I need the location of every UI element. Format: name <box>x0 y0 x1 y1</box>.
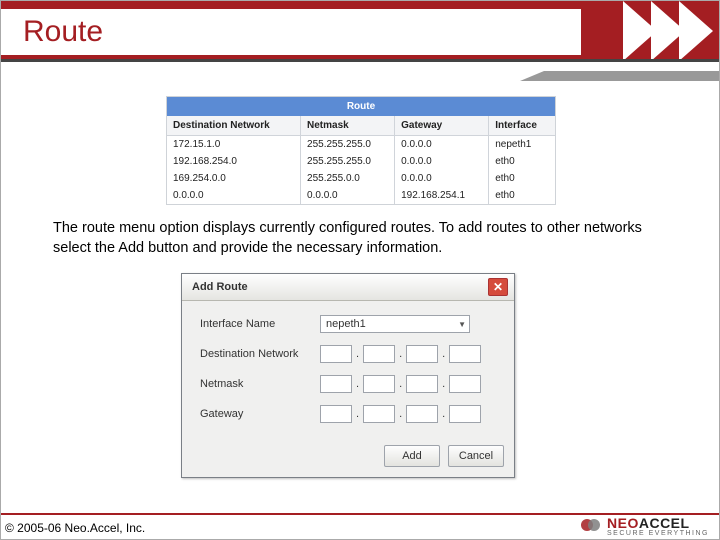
route-table: Destination Network Netmask Gateway Inte… <box>167 116 555 204</box>
cell-gw: 192.168.254.1 <box>395 187 489 204</box>
gw-octet-2[interactable] <box>363 405 395 423</box>
header-separator <box>1 59 719 62</box>
label-netmask: Netmask <box>200 378 320 390</box>
cell-iface: nepeth1 <box>489 136 555 154</box>
cell-iface: eth0 <box>489 170 555 187</box>
cell-iface: eth0 <box>489 153 555 170</box>
brand-tagline: SECURE EVERYTHING <box>607 530 709 537</box>
dest-octet-2[interactable] <box>363 345 395 363</box>
cell-dest: 169.254.0.0 <box>167 170 301 187</box>
dialog-titlebar[interactable]: Add Route ✕ <box>182 274 514 301</box>
cell-gw: 0.0.0.0 <box>395 153 489 170</box>
col-netmask[interactable]: Netmask <box>301 116 395 136</box>
dialog-title: Add Route <box>192 281 248 293</box>
add-button[interactable]: Add <box>384 445 440 467</box>
table-row[interactable]: 0.0.0.00.0.0.0192.168.254.1eth0 <box>167 187 555 204</box>
brand-logo-block: NEOACCEL SECURE EVERYTHING <box>581 516 709 537</box>
mask-octet-3[interactable] <box>406 375 438 393</box>
cell-gw: 0.0.0.0 <box>395 136 489 154</box>
slide-title: Route <box>1 9 581 55</box>
label-gateway: Gateway <box>200 408 320 420</box>
header-arrows-icon <box>585 1 715 59</box>
brand-main-b: ACCEL <box>639 515 690 531</box>
table-row[interactable]: 169.254.0.0255.255.0.00.0.0.0eth0 <box>167 170 555 187</box>
interface-select[interactable]: nepeth1 ▼ <box>320 315 470 333</box>
cell-mask: 255.255.255.0 <box>301 153 395 170</box>
cell-iface: eth0 <box>489 187 555 204</box>
brand-main-a: NEO <box>607 515 639 531</box>
mask-octet-1[interactable] <box>320 375 352 393</box>
col-gateway[interactable]: Gateway <box>395 116 489 136</box>
dest-octet-1[interactable] <box>320 345 352 363</box>
mask-octet-2[interactable] <box>363 375 395 393</box>
chevron-down-icon: ▼ <box>458 320 466 329</box>
route-panel-title: Route <box>167 97 555 116</box>
table-row[interactable]: 172.15.1.0255.255.255.00.0.0.0nepeth1 <box>167 136 555 154</box>
gw-octet-1[interactable] <box>320 405 352 423</box>
dest-octet-4[interactable] <box>449 345 481 363</box>
label-destination-network: Destination Network <box>200 348 320 360</box>
description-text: The route menu option displays currently… <box>53 219 669 258</box>
cell-mask: 255.255.255.0 <box>301 136 395 154</box>
cell-dest: 172.15.1.0 <box>167 136 301 154</box>
gw-octet-3[interactable] <box>406 405 438 423</box>
interface-select-value: nepeth1 <box>326 318 366 330</box>
cancel-button[interactable]: Cancel <box>448 445 504 467</box>
gw-octet-4[interactable] <box>449 405 481 423</box>
cell-gw: 0.0.0.0 <box>395 170 489 187</box>
route-table-panel: Route Destination Network Netmask Gatewa… <box>166 96 556 205</box>
col-interface[interactable]: Interface <box>489 116 555 136</box>
col-destination[interactable]: Destination Network <box>167 116 301 136</box>
dest-octet-3[interactable] <box>406 345 438 363</box>
label-interface-name: Interface Name <box>200 318 320 330</box>
header-tab-decor <box>544 71 719 81</box>
add-route-dialog: Add Route ✕ Interface Name nepeth1 ▼ Des… <box>181 273 515 478</box>
neoaccel-logo-icon <box>581 519 601 535</box>
mask-octet-4[interactable] <box>449 375 481 393</box>
copyright-text: © 2005-06 Neo.Accel, Inc. <box>5 521 145 535</box>
cell-dest: 0.0.0.0 <box>167 187 301 204</box>
cell-dest: 192.168.254.0 <box>167 153 301 170</box>
close-icon[interactable]: ✕ <box>488 278 508 296</box>
table-row[interactable]: 192.168.254.0255.255.255.00.0.0.0eth0 <box>167 153 555 170</box>
cell-mask: 255.255.0.0 <box>301 170 395 187</box>
cell-mask: 0.0.0.0 <box>301 187 395 204</box>
